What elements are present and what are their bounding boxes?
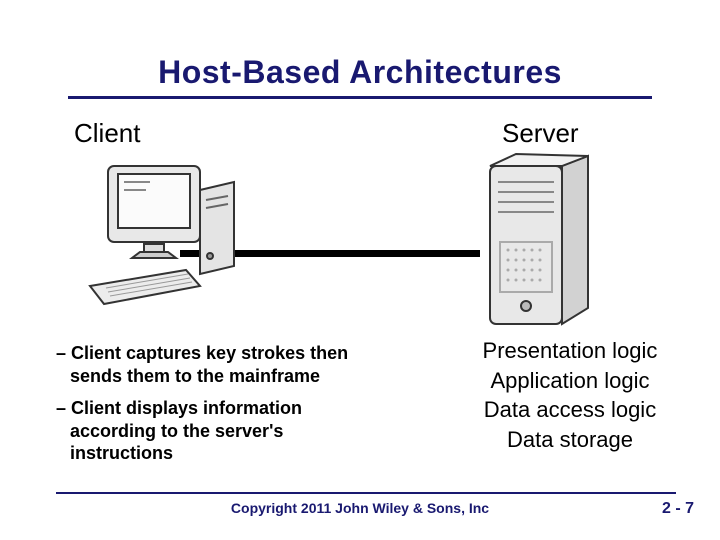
- server-layer: Presentation logic: [440, 336, 700, 366]
- server-layer: Data access logic: [440, 395, 700, 425]
- server-layer: Data storage: [440, 425, 700, 455]
- footer-rule: [56, 492, 676, 494]
- architecture-diagram: [0, 150, 720, 330]
- copyright-text: Copyright 2011 John Wiley & Sons, Inc: [0, 500, 720, 516]
- page-number: 2 - 7: [662, 500, 694, 518]
- title-rule: [68, 96, 652, 99]
- client-label: Client: [74, 118, 140, 149]
- slide: Host-Based Architectures Client Server: [0, 0, 720, 540]
- server-tower-icon: [476, 150, 606, 340]
- client-behavior-list: – Client captures key strokes then sends…: [56, 342, 376, 475]
- server-label: Server: [502, 118, 579, 149]
- client-computer-icon: [88, 160, 258, 330]
- page-title: Host-Based Architectures: [0, 54, 720, 91]
- bullet-item: – Client captures key strokes then sends…: [56, 342, 376, 387]
- bullet-item: – Client displays information according …: [56, 397, 376, 465]
- server-layers-list: Presentation logic Application logic Dat…: [440, 336, 700, 455]
- server-layer: Application logic: [440, 366, 700, 396]
